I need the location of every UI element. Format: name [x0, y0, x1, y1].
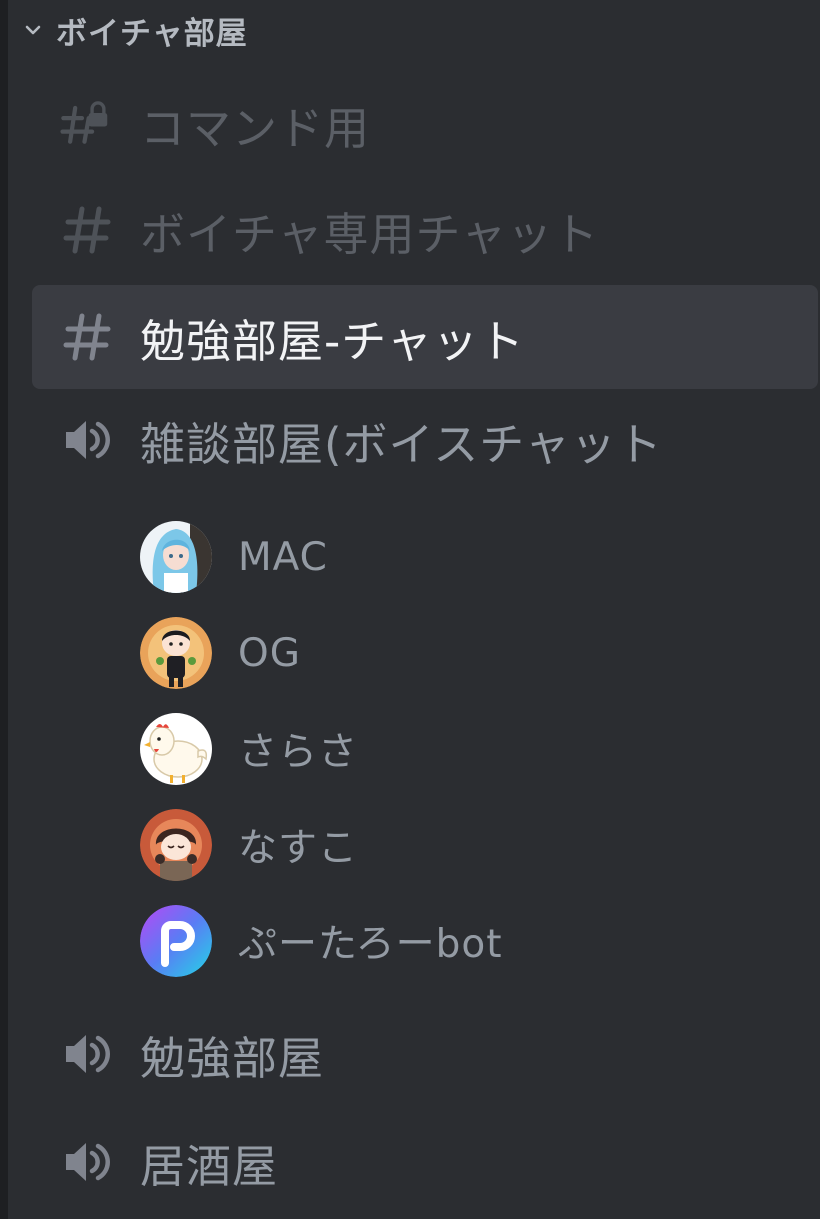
channel-command[interactable]: コマンド用 — [32, 72, 818, 176]
voice-channel-chat-room[interactable]: 雑談部屋(ボイスチャット — [32, 388, 818, 492]
channel-name: 雑談部屋(ボイスチャット — [140, 417, 663, 471]
voice-user-name: MAC — [238, 534, 328, 580]
speaker-icon — [60, 1027, 114, 1081]
voice-user-name: なすこ — [238, 826, 359, 871]
channel-voice-chat-text[interactable]: ボイチャ専用チャット — [32, 178, 818, 282]
voice-user-name: ぷーたろーbot — [238, 922, 503, 967]
voice-user-name: さらさ — [238, 730, 359, 775]
voice-user-sarasa[interactable]: さらさ — [140, 712, 358, 786]
voice-channel-study-room[interactable]: 勉強部屋 — [32, 1002, 818, 1106]
voice-user-putaro-bot[interactable]: ぷーたろーbot — [140, 904, 503, 978]
speaker-icon — [60, 1135, 114, 1189]
speaker-icon — [60, 413, 114, 467]
chibi-boy-avatar — [140, 617, 212, 689]
channel-name: 勉強部屋-チャット — [140, 314, 525, 368]
hash-icon — [60, 310, 114, 364]
channel-name: ボイチャ専用チャット — [140, 207, 600, 261]
category-name: ボイチャ部屋 — [56, 15, 248, 52]
voice-channel-izakaya[interactable]: 居酒屋 — [32, 1110, 818, 1214]
channel-name: コマンド用 — [140, 101, 371, 155]
hash-icon — [60, 203, 114, 257]
channel-name: 居酒屋 — [140, 1139, 279, 1193]
voice-user-nasuko[interactable]: なすこ — [140, 808, 358, 882]
category-header[interactable]: ボイチャ部屋 — [20, 8, 248, 52]
p-logo-avatar — [140, 905, 212, 977]
voice-user-name: OG — [238, 630, 301, 676]
channel-study-chat[interactable]: 勉強部屋-チャット — [32, 285, 818, 389]
anime-girl-avatar — [140, 521, 212, 593]
chevron-down-icon — [20, 17, 46, 43]
chicken-avatar — [140, 713, 212, 785]
voice-user-mac[interactable]: MAC — [140, 520, 328, 594]
server-list-edge — [0, 0, 8, 1219]
voice-user-og[interactable]: OG — [140, 616, 301, 690]
channel-name: 勉強部屋 — [140, 1031, 325, 1085]
locked-hash-icon — [60, 97, 114, 151]
chibi-girl-avatar — [140, 809, 212, 881]
